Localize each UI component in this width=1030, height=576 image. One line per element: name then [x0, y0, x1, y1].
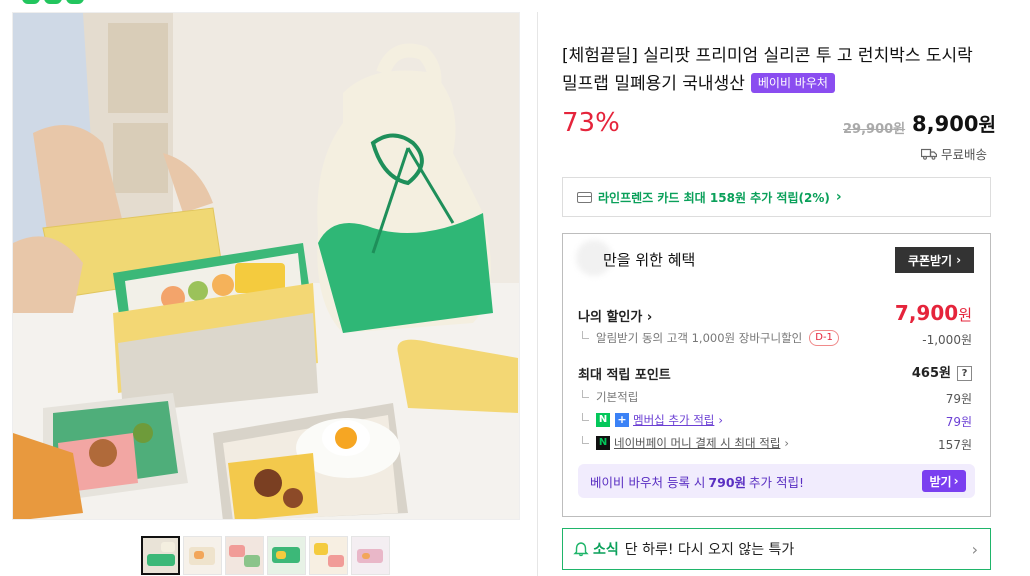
product-title: [체험끝딜] 실리팟 프리미엄 실리콘 투 고 런치박스 도시락 밀프랩 밀폐용… [562, 42, 992, 98]
shipping-text: 무료배송 [941, 147, 988, 162]
voucher-banner-prefix: 베이비 바우처 등록 시 [590, 474, 706, 490]
chevron-right-icon: › [784, 436, 790, 450]
shipping-info: 무료배송 [921, 144, 987, 163]
thumbnail-5[interactable] [309, 536, 348, 575]
thumbnail-strip [141, 536, 390, 575]
voucher-receive-label: 받기 [929, 474, 952, 489]
basic-points-value: 79원 [945, 392, 972, 406]
max-points-value: 465원? [912, 362, 972, 381]
column-divider [537, 12, 538, 576]
tree-elbow [582, 413, 589, 421]
basic-points-row: 기본적립 [582, 389, 638, 405]
coupon-button[interactable]: 쿠폰받기 › [895, 247, 974, 273]
basic-points-label: 기본적립 [596, 390, 639, 404]
chevron-right-icon: › [718, 413, 723, 427]
news-text: 단 하루! 다시 오지 않는 특가 [624, 542, 795, 558]
card-icon [577, 191, 592, 203]
max-points-amount: 465원 [911, 366, 951, 381]
top-indicator-2 [44, 0, 62, 4]
truck-icon [921, 148, 937, 160]
membership-points-value: 79원 [945, 415, 972, 429]
product-main-image[interactable] [12, 12, 520, 520]
deadline-badge: D-1 [809, 330, 839, 346]
top-indicator-1 [22, 0, 40, 4]
chevron-right-icon: › [646, 310, 653, 325]
thumbnail-2[interactable] [183, 536, 222, 575]
voucher-receive-button[interactable]: 받기 › [922, 470, 966, 492]
alarm-discount-value: -1,000원 [922, 333, 972, 347]
membership-points-link[interactable]: 멤버십 추가 적립 [633, 412, 714, 428]
voucher-banner-suffix: 추가 적립! [749, 474, 805, 490]
top-indicator-3 [66, 0, 84, 4]
tree-elbow [582, 390, 589, 398]
plus-icon: + [615, 413, 629, 427]
chevron-right-icon: › [956, 253, 962, 267]
coupon-button-label: 쿠폰받기 [907, 253, 953, 268]
my-discount-price-value: 7,900 [894, 301, 959, 325]
my-discount-price-unit: 원 [958, 306, 972, 324]
my-discount-label[interactable]: 나의 할인가 › [578, 306, 652, 325]
question-icon[interactable]: ? [957, 366, 972, 381]
sale-price: 8,900원 [912, 110, 996, 137]
naver-n-icon: N [596, 413, 610, 427]
max-points-label: 최대 적립 포인트 [578, 368, 671, 383]
original-price: 29,900원 [843, 122, 906, 137]
alarm-discount-row: 알림받기 동의 고객 1,000원 장바구니할인 D-1 [582, 330, 839, 346]
membership-points-row[interactable]: N + 멤버십 추가 적립 › [582, 412, 723, 428]
tree-elbow [582, 436, 589, 444]
thumbnail-4[interactable] [267, 536, 306, 575]
sale-price-unit: 원 [978, 114, 996, 136]
my-discount-price: 7,900원 [895, 301, 972, 325]
my-discount-label-text: 나의 할인가 [578, 310, 643, 325]
bell-icon [573, 542, 589, 557]
npay-points-value: 157원 [938, 438, 972, 452]
voucher-badge[interactable]: 베이비 바우처 [750, 73, 835, 93]
tree-elbow [582, 331, 589, 339]
npay-points-row[interactable]: N 네이버페이 머니 결제 시 최대 적립 › [582, 435, 789, 451]
npay-points-link[interactable]: 네이버페이 머니 결제 시 최대 적립 [614, 435, 780, 451]
card-promo-banner[interactable]: 라인프렌즈 카드 최대 158원 추가 적립(2%) › [562, 177, 991, 217]
thumbnail-6[interactable] [351, 536, 390, 575]
card-promo-text: 라인프렌즈 카드 최대 158원 추가 적립(2%) [598, 190, 830, 205]
chevron-right-icon: › [953, 474, 959, 488]
thumbnail-1[interactable] [141, 536, 180, 575]
thumbnail-3[interactable] [225, 536, 264, 575]
lunchbox-illustration [13, 13, 519, 519]
chevron-right-icon: › [835, 189, 842, 205]
discount-rate: 73% [562, 108, 620, 138]
news-banner[interactable]: 소식 단 하루! 다시 오지 않는 특가 › [562, 528, 991, 570]
chevron-right-icon[interactable]: › [972, 540, 978, 559]
voucher-register-banner[interactable]: 베이비 바우처 등록 시 790원 추가 적립! 받기 › [578, 464, 975, 498]
news-tag: 소식 [593, 542, 619, 558]
voucher-banner-amount: 790원 [708, 474, 747, 490]
benefit-panel: 만을 위한 혜택 쿠폰받기 › 나의 할인가 › 7,900원 알림받기 동의 … [562, 233, 991, 517]
naver-pay-icon: N [596, 436, 610, 450]
alarm-discount-label: 알림받기 동의 고객 1,000원 장바구니할인 [596, 331, 803, 345]
benefit-heading: 만을 위한 혜택 [603, 251, 696, 269]
sale-price-value: 8,900 [912, 112, 979, 136]
